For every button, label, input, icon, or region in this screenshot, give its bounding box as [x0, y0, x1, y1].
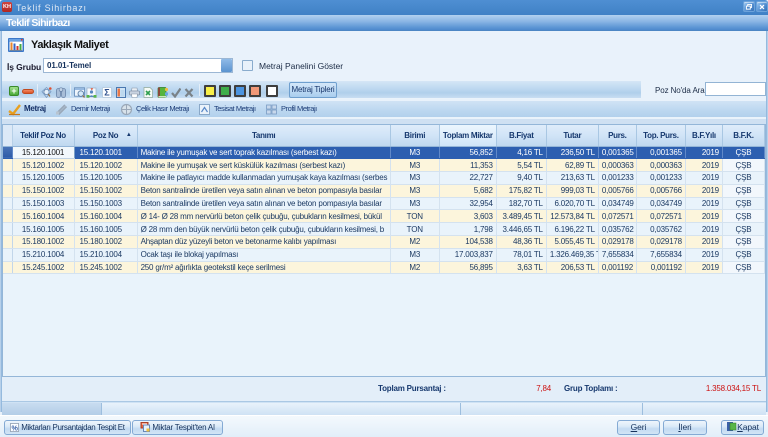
svg-text:%: % — [12, 423, 19, 432]
svg-text:Σ: Σ — [104, 88, 110, 98]
